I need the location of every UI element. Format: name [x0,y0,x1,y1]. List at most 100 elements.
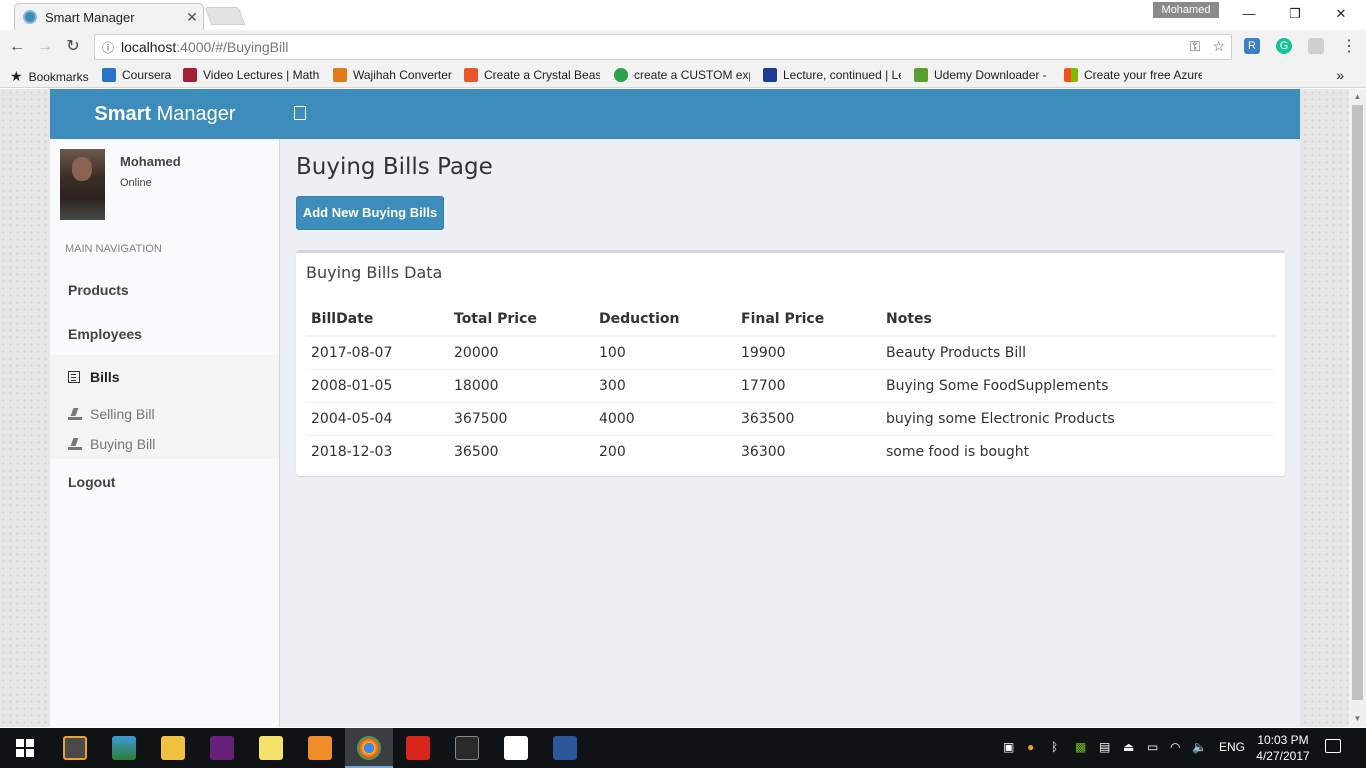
language-indicator[interactable]: ENG [1219,740,1245,754]
user-name: Mohamed [120,154,181,169]
menu-kebab-icon[interactable]: ⋮ [1338,36,1360,58]
usb-icon[interactable]: ⏏ [1123,740,1134,754]
sidebar-bills-group: Bills Selling Bill Buying Bill [50,355,279,459]
sidebar-item-logout[interactable]: Logout [68,474,115,490]
table-cell: some food is bought [881,434,1275,468]
network-drive-icon[interactable]: ▣ [1003,740,1014,754]
table-cell: 100 [594,335,736,369]
address-bar[interactable]: ⓘ localhost :4000/#/BuyingBill ⚿ ☆ [94,34,1232,60]
mongodb-icon[interactable] [504,736,528,760]
tab-close-icon[interactable]: ✕ [181,9,203,26]
table-cell: 19900 [736,335,881,369]
extension-icon[interactable]: R [1244,38,1260,54]
sidebar: Mohamed Online MAIN NAVIGATION Products … [50,139,280,727]
bills-table: BillDate Total Price Deduction Final Pri… [306,303,1275,468]
scroll-thumb[interactable] [1352,105,1363,700]
wifi-icon[interactable]: ◠ [1170,740,1180,754]
bookmark-star-icon[interactable]: ☆ [1212,38,1225,55]
bookmark-label: Udemy Downloader - [934,68,1047,82]
user-status: Online [120,177,152,189]
reload-icon[interactable]: ↻ [62,36,84,58]
new-tab-button[interactable] [204,7,246,25]
sublime-text-icon[interactable] [63,736,87,760]
main-content: Buying Bills Page Add New Buying Bills B… [280,139,1300,727]
volume-icon[interactable]: 🔈 [1192,740,1207,754]
app-logo[interactable]: Smart Manager [50,89,280,139]
taskbar-clock[interactable]: 10:03 PM 4/27/2017 [1255,732,1311,764]
table-cell: Buying Some FoodSupplements [881,368,1275,402]
page-viewport: Smart Manager Mohamed Online MAIN NAVIGA… [0,89,1366,727]
sidebar-item-selling-bill[interactable]: Selling Bill [68,406,155,422]
extension-gray-icon[interactable] [1308,38,1324,54]
table-cell: 300 [594,368,736,402]
mit-icon [183,68,197,82]
avatar [60,149,105,220]
bookmark-label: Wajihah Converter [353,68,452,82]
chrome-icon[interactable] [357,736,381,760]
back-arrow-icon[interactable]: ← [6,36,28,58]
scroll-down-icon[interactable]: ▼ [1349,711,1366,727]
bookmark-item[interactable]: Lecture, continued | Le [763,68,901,82]
profile-chip[interactable]: Mohamed [1153,2,1219,18]
sidebar-item-products[interactable]: Products [68,282,129,298]
table-cell: 36500 [449,434,594,468]
scroll-up-icon[interactable]: ▲ [1349,89,1366,105]
bluetooth-icon[interactable]: ᛒ [1051,740,1058,754]
windows-start-icon[interactable] [16,739,34,757]
windows-taskbar: ▣ ● ᛒ ▩ ▤ ⏏ ▭ ◠ 🔈 ENG 10:03 PM 4/27/2017 [0,728,1366,768]
books-app-icon[interactable] [112,736,136,760]
key-icon[interactable]: ⚿ [1190,38,1201,55]
bookmark-item[interactable]: Video Lectures | Math [183,68,319,82]
avast-icon[interactable]: ● [1027,740,1034,754]
add-buying-bill-button[interactable]: Add New Buying Bills [296,196,444,230]
page-title: Buying Bills Page [296,154,493,180]
table-cell: 200 [594,434,736,468]
grammarly-icon[interactable]: G [1276,38,1292,54]
logo-bold: Smart [94,103,152,125]
table-header-row: BillDate Total Price Deduction Final Pri… [306,303,1275,337]
converter-icon [333,68,347,82]
forward-arrow-icon[interactable]: → [34,36,56,58]
table-cell: 17700 [736,368,881,402]
file-explorer-icon[interactable] [161,736,185,760]
bookmark-item[interactable]: Udemy Downloader - [914,68,1050,82]
nvidia-icon[interactable]: ▩ [1075,740,1086,754]
user-panel: Mohamed Online [60,149,270,221]
more-bookmarks-icon[interactable]: » [1336,67,1344,83]
gavel-icon [68,408,82,420]
browser-tab[interactable]: Smart Manager ✕ [14,3,204,30]
sticky-notes-icon[interactable] [259,736,283,760]
sidebar-item-label: Bills [90,369,120,385]
sidebar-item-bills[interactable]: Bills [68,369,120,385]
notifications-icon[interactable] [1325,739,1341,753]
terminal-icon[interactable] [455,736,479,760]
window-close-icon[interactable]: ✕ [1318,4,1364,24]
info-icon[interactable]: ⓘ [95,39,121,56]
list-icon [68,371,80,383]
bookmark-item[interactable]: Create a Crystal Beast [464,68,600,82]
word-icon[interactable] [553,736,577,760]
url-path: :4000/#/BuyingBill [176,39,289,55]
sidebar-toggle-icon[interactable] [294,106,306,120]
table-row: 2008-01-05 18000 300 17700 Buying Some F… [306,368,1275,402]
visual-studio-icon[interactable] [210,736,234,760]
battery-icon[interactable]: ▭ [1147,740,1158,754]
minimize-icon[interactable]: — [1226,4,1272,24]
restore-icon[interactable]: ❐ [1272,4,1318,24]
page-scrollbar[interactable]: ▲ ▼ [1349,89,1366,727]
crystal-icon [464,68,478,82]
bookmark-label: Create a Crystal Beast [484,68,600,82]
sidebar-item-buying-bill[interactable]: Buying Bill [68,436,155,452]
bookmark-item[interactable]: create a CUSTOM exp [614,68,750,82]
bookmark-item[interactable]: Create your free Azure [1064,68,1202,82]
column-header: BillDate [306,303,449,337]
bookmark-item[interactable]: Coursera [102,68,174,82]
coursera-icon [102,68,116,82]
bookmark-item[interactable]: Wajihah Converter [333,68,455,82]
media-player-icon[interactable] [308,736,332,760]
bookmark-label: Lecture, continued | Le [783,68,901,82]
acrobat-icon[interactable] [406,736,430,760]
tray-app-icon[interactable]: ▤ [1099,740,1110,754]
sidebar-item-employees[interactable]: Employees [68,326,142,342]
bookmark-item[interactable]: ★ Bookmarks [10,68,94,85]
